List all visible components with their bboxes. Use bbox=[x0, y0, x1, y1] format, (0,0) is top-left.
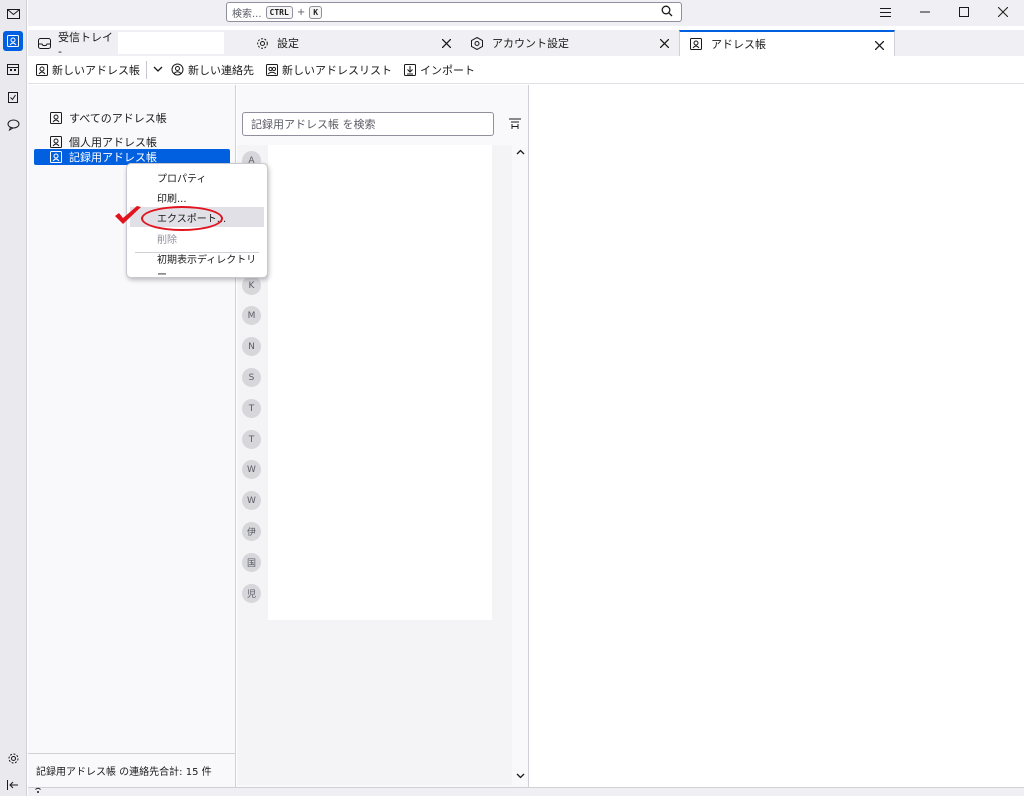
shortcut-key: K bbox=[309, 5, 323, 19]
address-book-icon bbox=[36, 63, 48, 76]
new-list-button[interactable]: 新しいアドレスリスト bbox=[266, 59, 392, 81]
spaces-toolbar bbox=[0, 0, 27, 796]
new-address-book-label: 新しいアドレス帳 bbox=[52, 63, 140, 77]
contact-avatar[interactable]: T bbox=[242, 399, 261, 418]
import-icon bbox=[404, 63, 416, 76]
close-icon[interactable] bbox=[872, 38, 886, 52]
menu-item-print[interactable]: 印刷... bbox=[130, 187, 264, 207]
menu-item-delete: 削除 bbox=[157, 234, 177, 246]
close-window-button[interactable] bbox=[986, 0, 1020, 24]
contact-search-input[interactable] bbox=[251, 117, 493, 131]
contact-list[interactable]: A K M N S T T W W 伊 国 児 bbox=[237, 145, 513, 785]
tab-settings-label: 設定 bbox=[277, 37, 299, 50]
scroll-up-icon[interactable] bbox=[515, 147, 525, 157]
contact-avatar[interactable]: W bbox=[242, 491, 261, 510]
online-status-icon[interactable] bbox=[32, 786, 44, 796]
app-menu-button[interactable] bbox=[868, 0, 902, 24]
contact-avatar[interactable]: 伊 bbox=[242, 522, 261, 541]
annotation-circle bbox=[141, 206, 223, 231]
new-contact-label: 新しい連絡先 bbox=[188, 63, 254, 77]
global-search-box[interactable]: 検索... CTRL + K bbox=[226, 2, 682, 22]
contact-avatar[interactable]: S bbox=[242, 368, 261, 387]
contact-avatar[interactable]: 児 bbox=[242, 584, 261, 603]
close-icon[interactable] bbox=[657, 36, 671, 50]
shortcut-plus: + bbox=[296, 6, 306, 18]
gear-icon bbox=[256, 36, 270, 50]
contact-avatar[interactable]: 国 bbox=[242, 553, 261, 572]
annotation-checkmark-icon bbox=[113, 205, 143, 230]
tab-address-book[interactable]: アドレス帳 bbox=[679, 30, 895, 56]
search-icon bbox=[661, 5, 675, 19]
sort-icon bbox=[509, 118, 521, 129]
book-label: 個人用アドレス帳 bbox=[69, 136, 157, 149]
book-label: すべてのアドレス帳 bbox=[69, 112, 167, 125]
new-address-book-dropdown[interactable] bbox=[153, 66, 163, 73]
contact-details-pane bbox=[530, 85, 1024, 787]
tab-inbox-label: 受信トレイ - bbox=[58, 30, 114, 58]
maximize-button[interactable] bbox=[947, 0, 981, 24]
tab-account-settings-label: アカウント設定 bbox=[492, 37, 569, 50]
contact-count-footer: 記録用アドレス帳 の連絡先合計: 15 件 bbox=[28, 753, 236, 787]
contact-avatar[interactable]: N bbox=[242, 337, 261, 356]
title-bar: 検索... CTRL + K bbox=[28, 0, 1024, 26]
tab-address-book-label: アドレス帳 bbox=[711, 38, 766, 51]
contact-avatar[interactable]: T bbox=[242, 430, 261, 449]
contact-list-icon bbox=[266, 63, 278, 76]
book-all-address-books[interactable]: すべてのアドレス帳 bbox=[34, 110, 230, 126]
global-search-label: 検索... bbox=[232, 8, 262, 20]
minimize-button[interactable] bbox=[908, 0, 942, 24]
inbox-icon bbox=[38, 36, 51, 50]
address-book-icon bbox=[50, 136, 62, 148]
contact-search-box[interactable] bbox=[242, 112, 494, 136]
redacted-account-name bbox=[118, 32, 224, 54]
calendar-icon[interactable] bbox=[3, 59, 23, 79]
tasks-icon[interactable] bbox=[3, 87, 23, 107]
chat-icon[interactable] bbox=[3, 115, 23, 135]
book-personal[interactable]: 個人用アドレス帳 bbox=[34, 134, 230, 150]
address-book-icon bbox=[50, 151, 62, 163]
mail-icon[interactable] bbox=[3, 4, 23, 24]
address-book-toolbar: 新しいアドレス帳 新しい連絡先 新しいアドレスリスト インポート bbox=[28, 56, 1024, 84]
menu-item-startup-directory[interactable]: 初期表示ディレクトリー bbox=[130, 255, 264, 281]
address-book-icon bbox=[690, 37, 704, 51]
shortcut-ctrl: CTRL bbox=[265, 5, 293, 19]
close-icon[interactable] bbox=[439, 36, 453, 50]
scroll-down-icon[interactable] bbox=[515, 771, 525, 781]
contact-list-content bbox=[268, 145, 492, 620]
contact-avatar[interactable]: W bbox=[242, 460, 261, 479]
contact-count-text: 記録用アドレス帳 の連絡先合計: 15 件 bbox=[36, 767, 212, 778]
contacts-pane: A K M N S T T W W 伊 国 児 bbox=[237, 85, 529, 787]
toolbar-separator bbox=[146, 60, 147, 79]
tab-strip: 受信トレイ - 設定 アカウント設定 アドレス帳 bbox=[28, 30, 1024, 58]
address-book-icon bbox=[50, 112, 62, 124]
status-bar bbox=[28, 787, 1024, 796]
tab-settings[interactable]: 設定 bbox=[246, 30, 461, 56]
new-list-label: 新しいアドレスリスト bbox=[282, 63, 392, 77]
new-contact-button[interactable]: 新しい連絡先 bbox=[171, 59, 254, 81]
import-label: インポート bbox=[420, 63, 475, 77]
new-address-book-button[interactable]: 新しいアドレス帳 bbox=[36, 59, 140, 81]
menu-item-properties[interactable]: プロパティ bbox=[130, 167, 264, 187]
contact-avatar[interactable]: M bbox=[242, 306, 261, 325]
import-button[interactable]: インポート bbox=[404, 59, 475, 81]
contact-list-scrollbar[interactable] bbox=[512, 145, 528, 785]
new-contact-icon bbox=[171, 63, 184, 76]
chevron-down-icon bbox=[153, 66, 163, 72]
settings-icon[interactable] bbox=[3, 748, 23, 768]
collapse-icon[interactable] bbox=[3, 775, 23, 795]
tab-account-settings[interactable]: アカウント設定 bbox=[461, 30, 679, 56]
address-book-icon[interactable] bbox=[3, 31, 23, 51]
account-icon bbox=[471, 36, 485, 50]
tab-inbox[interactable]: 受信トレイ - bbox=[28, 30, 224, 58]
sort-options-button[interactable] bbox=[507, 116, 523, 132]
